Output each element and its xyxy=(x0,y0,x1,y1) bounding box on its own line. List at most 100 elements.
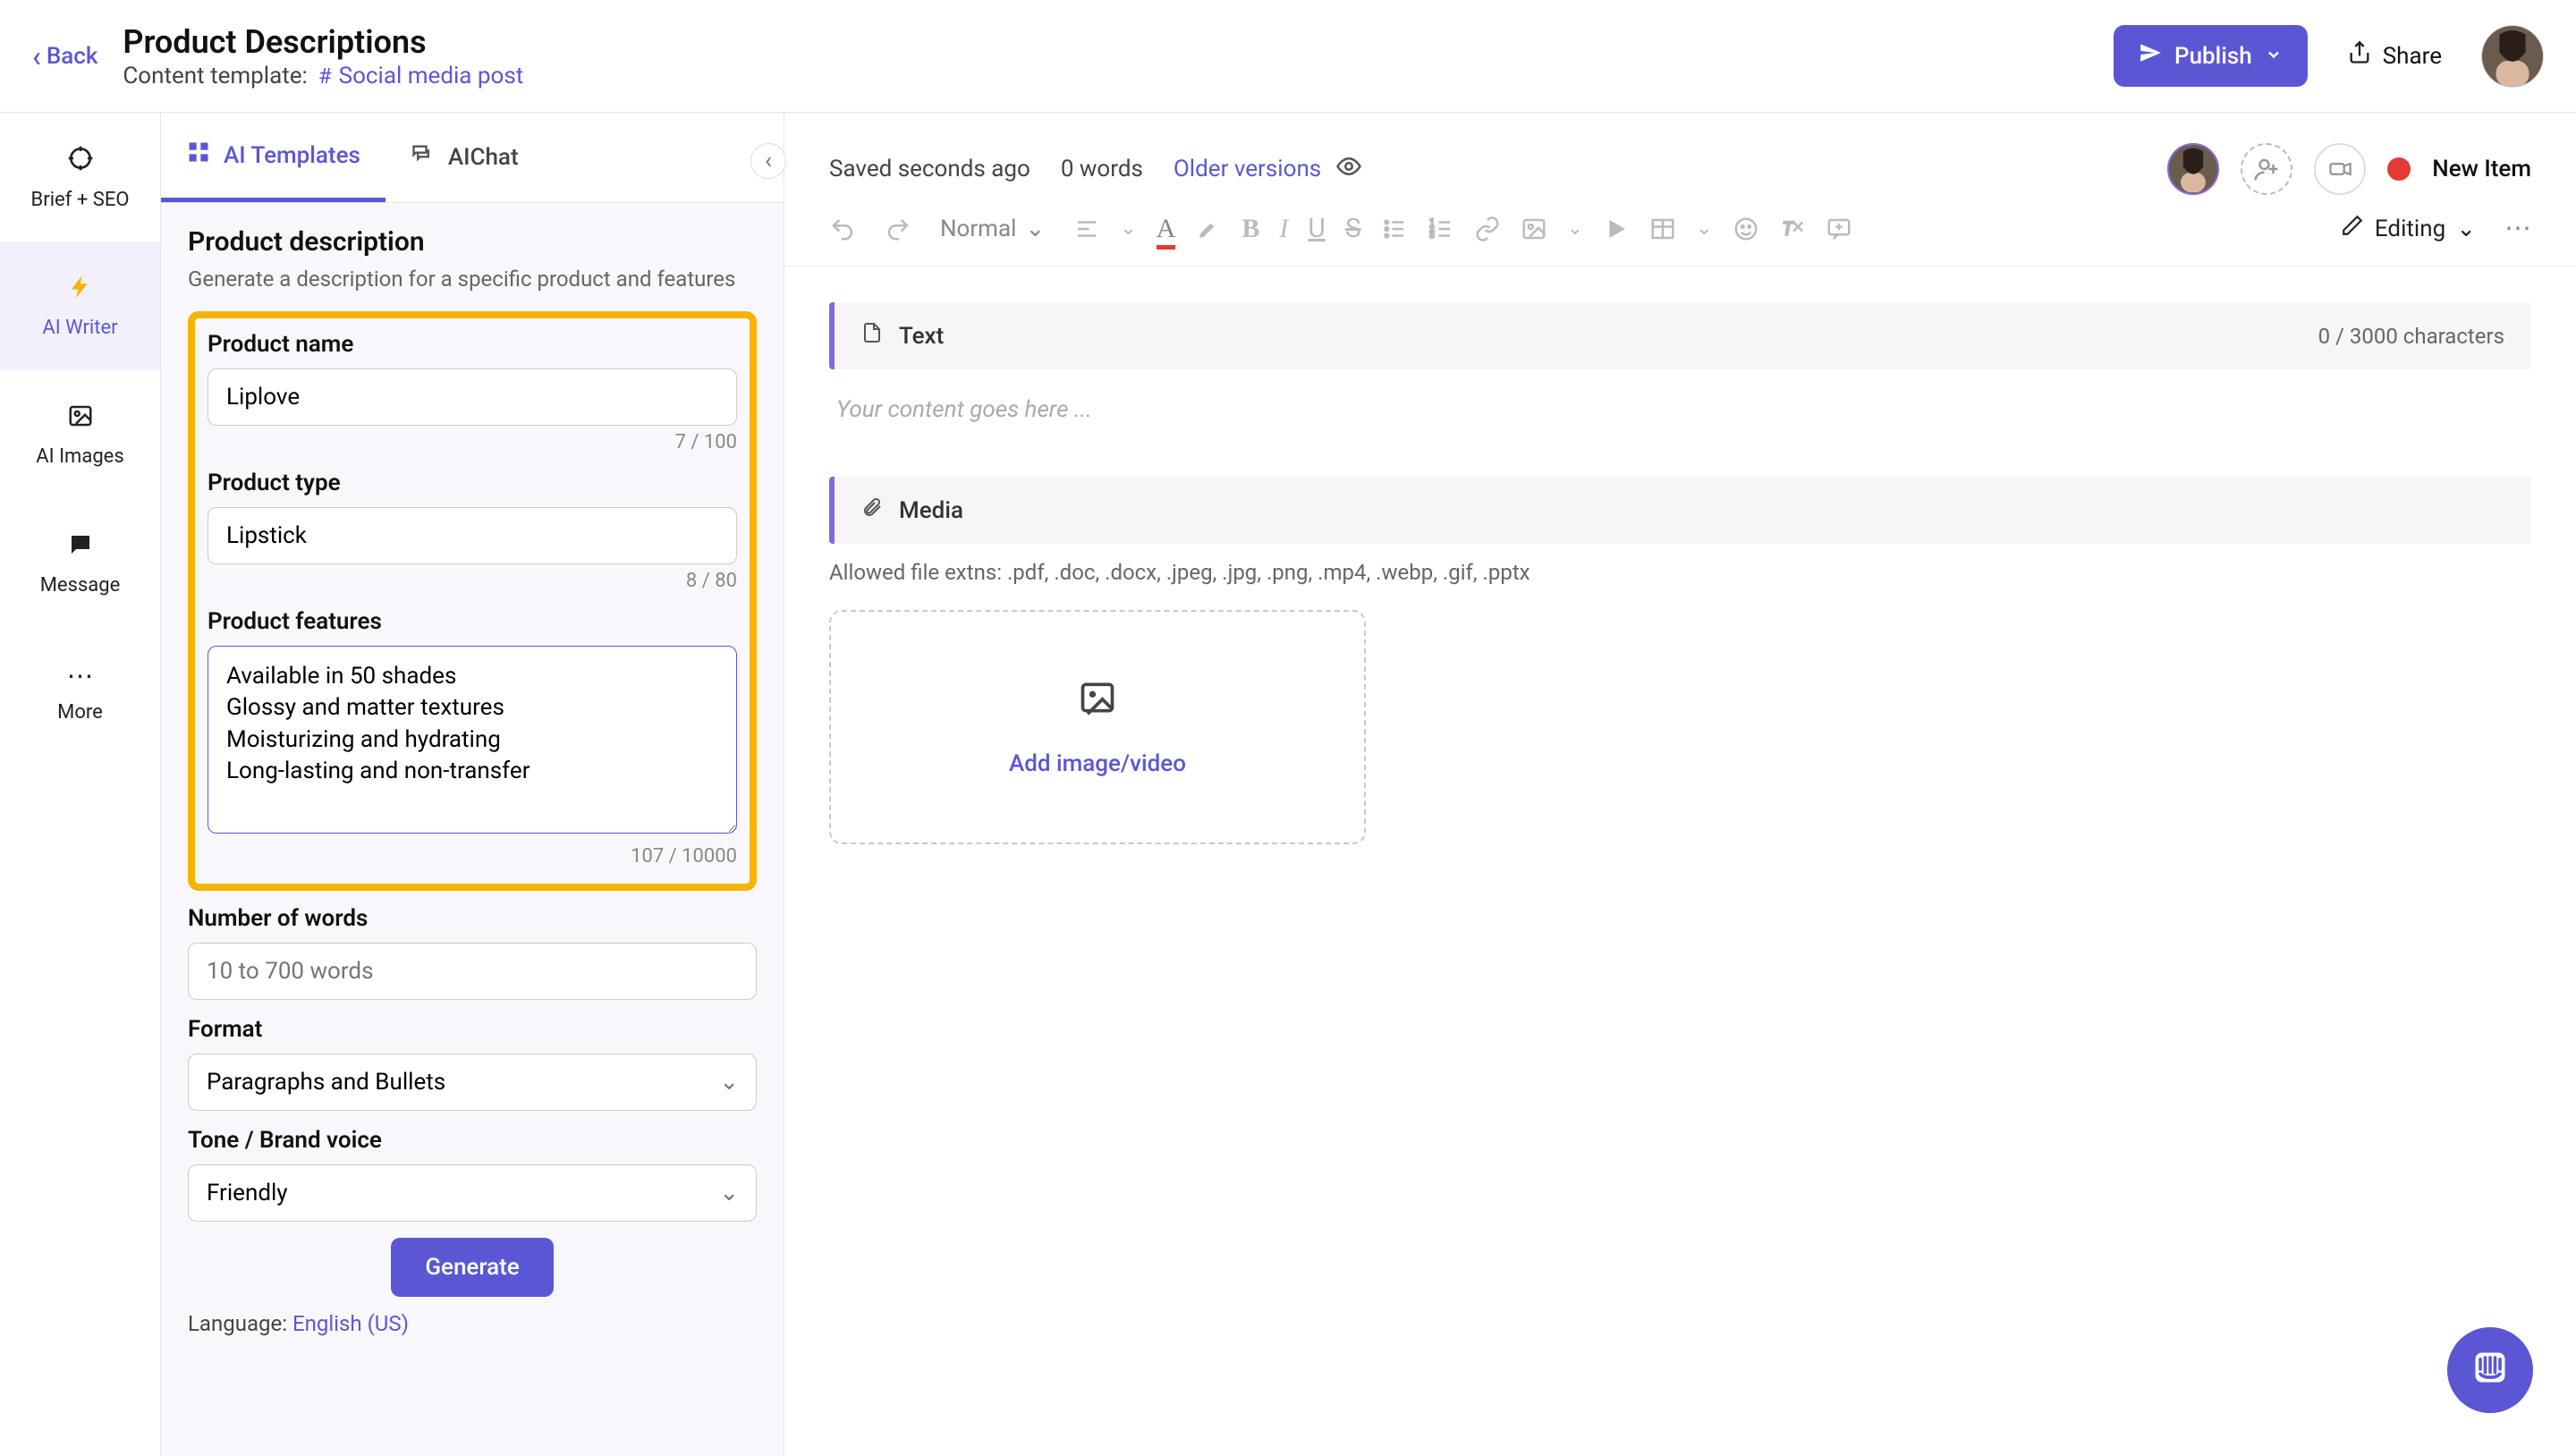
product-features-label: Product features xyxy=(208,608,737,635)
words-input[interactable] xyxy=(188,943,757,1000)
video-button[interactable] xyxy=(1603,216,1630,242)
visibility-toggle[interactable] xyxy=(1335,153,1362,186)
ai-heading: Product description xyxy=(188,226,757,258)
underline-button[interactable]: U xyxy=(1308,213,1325,244)
number-list-button[interactable]: 123 xyxy=(1428,216,1454,242)
svg-text:3: 3 xyxy=(1429,232,1434,241)
hash-icon: # xyxy=(318,63,332,89)
editor-placeholder[interactable]: Your content goes here ... xyxy=(829,385,2531,477)
strikethrough-button[interactable]: S xyxy=(1345,213,1361,244)
text-block-header[interactable]: Text 0 / 3000 characters xyxy=(829,302,2531,369)
paragraph-style-value: Normal xyxy=(940,216,1016,242)
more-icon: ⋯ xyxy=(67,661,94,692)
editing-label: Editing xyxy=(2375,216,2445,242)
text-block-title: Text xyxy=(899,323,944,350)
collapse-panel-button[interactable]: ‹ xyxy=(750,143,786,179)
align-button[interactable] xyxy=(1073,216,1100,242)
sidebar-item-ai-images[interactable]: AI Images xyxy=(0,370,160,499)
redo-button[interactable] xyxy=(885,216,911,242)
words-count: 0 words xyxy=(1061,156,1143,182)
undo-button[interactable] xyxy=(829,216,856,242)
media-block-title: Media xyxy=(899,497,963,524)
sidebar-item-message[interactable]: Message xyxy=(0,499,160,628)
bullet-list-button[interactable] xyxy=(1381,216,1408,242)
share-label: Share xyxy=(2383,43,2442,70)
add-collaborator-button[interactable] xyxy=(2241,143,2292,195)
template-prefix: Content template: xyxy=(123,63,307,89)
image-button[interactable] xyxy=(1521,216,1547,242)
back-button[interactable]: ‹ Back xyxy=(32,39,123,73)
chevron-down-icon: ⌄ xyxy=(2456,216,2476,242)
paragraph-style-select[interactable]: Normal ⌄ xyxy=(940,216,1045,242)
chevron-down-icon[interactable]: ⌄ xyxy=(1120,217,1136,240)
product-type-input[interactable] xyxy=(208,507,737,564)
product-features-textarea[interactable] xyxy=(208,646,737,834)
grid-icon xyxy=(186,140,211,171)
publish-label: Publish xyxy=(2174,43,2252,70)
tone-select[interactable]: ⌄ xyxy=(188,1164,757,1222)
sidebar-item-brief[interactable]: Brief + SEO xyxy=(0,113,160,241)
older-versions-link[interactable]: Older versions xyxy=(1174,156,1321,182)
tone-value[interactable] xyxy=(188,1164,757,1222)
product-name-counter: 7 / 100 xyxy=(208,431,737,453)
chevron-down-icon: ⌄ xyxy=(1025,216,1045,242)
rail-images-label: AI Images xyxy=(36,445,123,468)
highlight-button[interactable] xyxy=(1195,216,1222,242)
more-toolbar-button[interactable]: ⋯ xyxy=(2504,213,2531,244)
text-color-button[interactable]: A xyxy=(1157,214,1176,244)
media-block-header[interactable]: Media xyxy=(829,477,2531,544)
document-icon xyxy=(861,322,883,350)
product-name-input[interactable] xyxy=(208,368,737,426)
media-dropzone[interactable]: Add image/video xyxy=(829,610,1366,844)
editing-mode-select[interactable]: Editing ⌄ xyxy=(2341,214,2476,243)
help-chat-fab[interactable] xyxy=(2447,1327,2533,1413)
publish-button[interactable]: Publish xyxy=(2114,25,2308,87)
words-label: Number of words xyxy=(188,905,757,932)
rail-message-label: Message xyxy=(40,574,121,597)
rail-more-label: More xyxy=(57,701,103,724)
chevron-down-icon[interactable]: ⌄ xyxy=(1696,217,1712,240)
user-avatar[interactable] xyxy=(2481,25,2544,88)
collaborator-avatar[interactable] xyxy=(2167,143,2219,195)
emoji-button[interactable] xyxy=(1733,216,1759,242)
chevron-down-icon[interactable]: ⌄ xyxy=(1567,217,1583,240)
highlighted-fields-frame: Product name 7 / 100 Product type 8 / 80… xyxy=(188,311,757,891)
status-label: New Item xyxy=(2432,156,2531,182)
italic-button[interactable]: I xyxy=(1279,214,1288,244)
comment-button[interactable] xyxy=(1826,216,1852,242)
product-name-label: Product name xyxy=(208,331,737,358)
intercom-icon xyxy=(2470,1348,2510,1393)
pencil-icon xyxy=(2341,214,2364,243)
saved-label: Saved seconds ago xyxy=(829,156,1030,182)
clear-format-button[interactable]: T xyxy=(1779,216,1806,242)
format-value[interactable] xyxy=(188,1054,757,1111)
tab-templates-label: AI Templates xyxy=(224,142,360,169)
chevron-left-icon: ‹ xyxy=(32,39,41,73)
bolt-icon xyxy=(67,274,94,308)
tab-ai-chat[interactable]: AIChat xyxy=(386,113,544,202)
chevron-left-icon: ‹ xyxy=(765,148,772,174)
chat-icon xyxy=(67,531,94,565)
send-icon xyxy=(2139,41,2162,71)
link-button[interactable] xyxy=(1474,216,1501,242)
tab-chat-label: AIChat xyxy=(448,144,519,171)
product-type-label: Product type xyxy=(208,470,737,496)
table-button[interactable] xyxy=(1649,216,1676,242)
chevron-down-icon xyxy=(2265,43,2283,70)
share-button[interactable]: Share xyxy=(2347,40,2442,72)
template-name: Social media post xyxy=(339,63,524,89)
page-title: Product Descriptions xyxy=(123,23,2114,61)
product-type-counter: 8 / 80 xyxy=(208,570,737,592)
generate-button[interactable]: Generate xyxy=(391,1238,553,1297)
content-template-link[interactable]: # Social media post xyxy=(318,63,523,89)
sidebar-item-ai-writer[interactable]: AI Writer xyxy=(0,241,160,370)
language-link[interactable]: English (US) xyxy=(292,1311,409,1336)
back-label: Back xyxy=(47,43,98,70)
bold-button[interactable]: B xyxy=(1241,214,1259,244)
dropzone-label: Add image/video xyxy=(1009,750,1186,777)
video-avatar-button[interactable] xyxy=(2314,143,2366,195)
format-select[interactable]: ⌄ xyxy=(188,1054,757,1111)
language-prefix: Language: xyxy=(188,1311,287,1336)
sidebar-item-more[interactable]: ⋯ More xyxy=(0,628,160,757)
tab-ai-templates[interactable]: AI Templates xyxy=(161,113,386,202)
